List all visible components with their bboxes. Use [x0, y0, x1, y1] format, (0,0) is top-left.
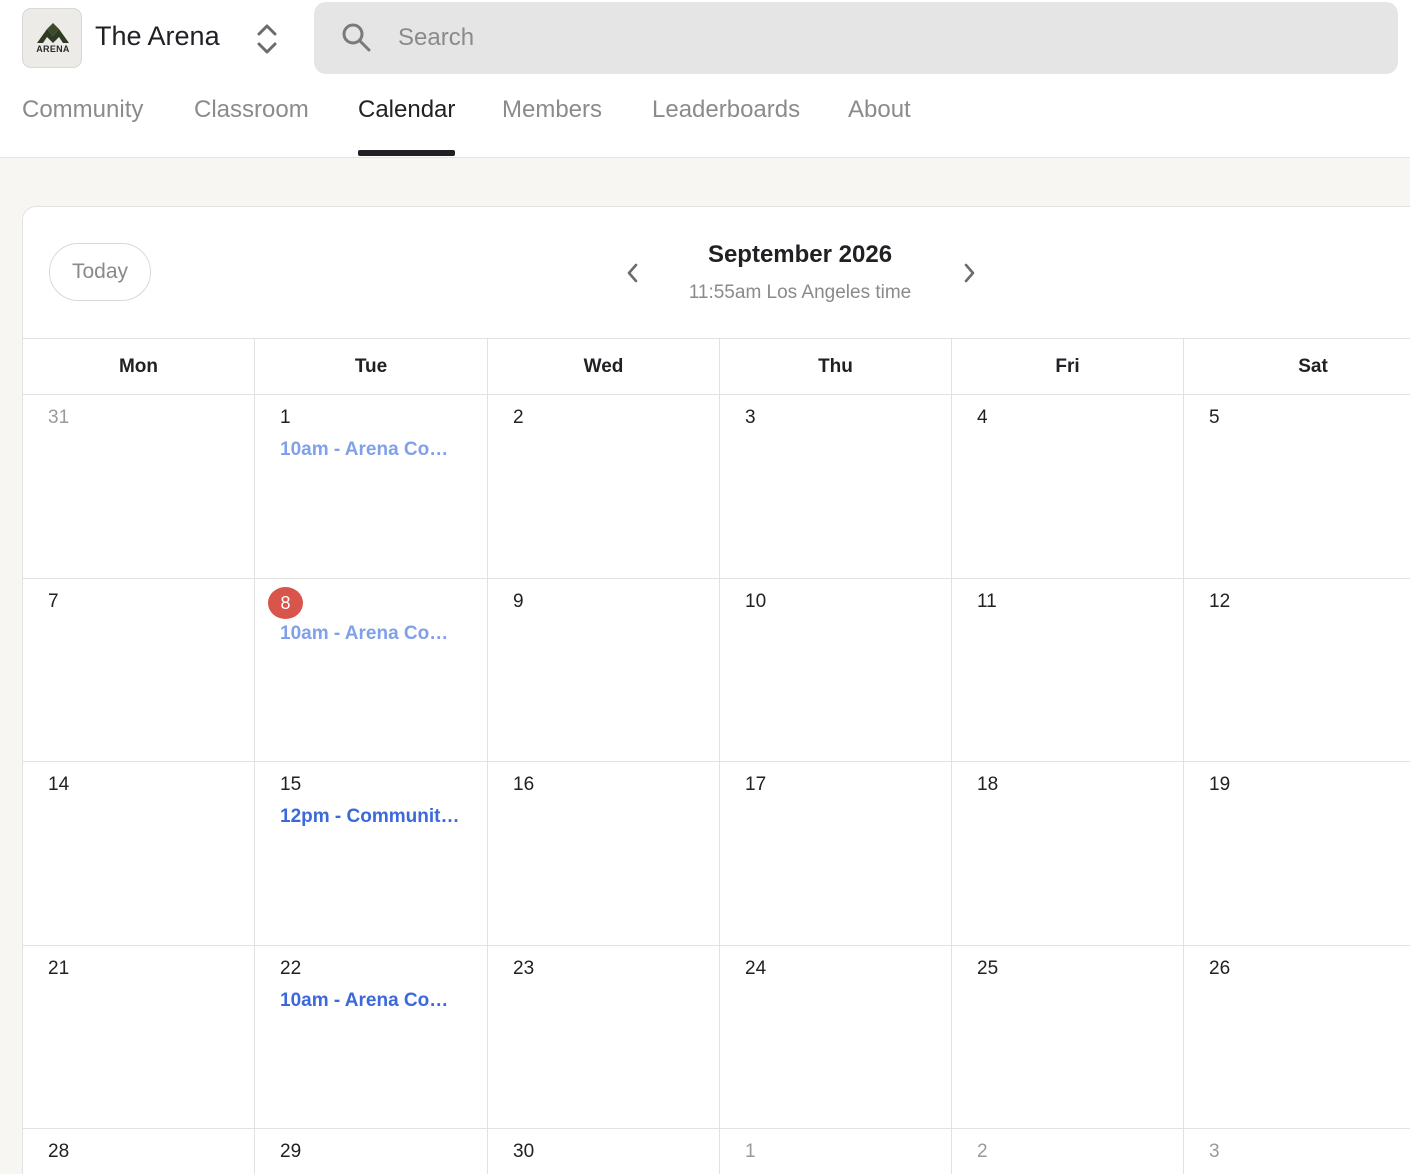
group-logo[interactable]: ARENA [22, 8, 82, 68]
calendar-day-cell[interactable]: 1 [720, 1129, 952, 1174]
tab-leaderboards[interactable]: Leaderboards [652, 96, 800, 156]
calendar-day-cell[interactable]: 3 [720, 395, 952, 579]
calendar-day-cell[interactable]: 17 [720, 762, 952, 946]
calendar-event[interactable]: 10am - Arena Community Call [280, 623, 465, 645]
day-of-week-label: Wed [488, 339, 720, 395]
calendar-event[interactable]: 10am - Arena Community Call [280, 439, 465, 461]
calendar-day-cell[interactable]: 12 [1184, 579, 1410, 762]
day-number: 18 [977, 774, 999, 795]
day-number: 11 [977, 591, 997, 612]
logo-wordmark: ARENA [36, 44, 70, 54]
day-number: 30 [513, 1141, 535, 1162]
calendar-day-cell[interactable]: 15 12pm - Community Event [255, 762, 488, 946]
calendar-week-row: 14 15 12pm - Community Event 16 17 18 19 [23, 762, 1410, 946]
tab-about[interactable]: About [848, 96, 911, 156]
calendar-day-cell[interactable]: 28 [23, 1129, 255, 1174]
day-number: 5 [1209, 407, 1220, 428]
top-header: ARENA The Arena Community Classroom Cale… [0, 0, 1410, 158]
day-number: 1 [280, 407, 291, 428]
tab-calendar[interactable]: Calendar [358, 96, 456, 156]
day-of-week-label: Mon [23, 339, 255, 395]
tab-classroom[interactable]: Classroom [194, 96, 309, 156]
today-button[interactable]: Today [49, 243, 151, 301]
calendar-day-cell[interactable]: 11 [952, 579, 1184, 762]
calendar-card: Today September 2026 11:55am Los Angeles… [22, 206, 1410, 1174]
search-icon [340, 21, 372, 53]
calendar-week-row: 7 8 10am - Arena Community Call 9 10 11 12 [23, 579, 1410, 762]
day-number: 31 [48, 407, 70, 428]
calendar-week-row: 31 1 10am - Arena Community Call 2 3 4 5 [23, 395, 1410, 579]
search-bar[interactable] [314, 2, 1398, 74]
tab-community[interactable]: Community [22, 96, 143, 156]
day-number: 3 [1209, 1141, 1220, 1162]
day-number: 16 [513, 774, 535, 795]
calendar-day-cell[interactable]: 16 [488, 762, 720, 946]
day-number: 23 [513, 958, 535, 979]
day-number: 1 [745, 1141, 756, 1162]
day-number: 19 [1209, 774, 1231, 795]
calendar-day-cell[interactable]: 3 [1184, 1129, 1410, 1174]
calendar-day-cell[interactable]: 1 10am - Arena Community Call [255, 395, 488, 579]
day-number: 26 [1209, 958, 1231, 979]
day-number: 10 [745, 591, 767, 612]
calendar-day-cell[interactable]: 10 [720, 579, 952, 762]
group-switcher-icon[interactable] [254, 22, 280, 56]
calendar-event[interactable]: 10am - Arena Community Call [280, 990, 465, 1012]
month-title: September 2026 [707, 241, 893, 268]
day-number: 21 [48, 958, 70, 979]
day-of-week-label: Fri [952, 339, 1184, 395]
day-number: 9 [513, 591, 524, 612]
search-input[interactable] [398, 2, 1378, 74]
calendar-event[interactable]: 12pm - Community Event [280, 806, 465, 828]
day-number: 4 [977, 407, 988, 428]
day-number: 24 [745, 958, 767, 979]
day-number: 22 [280, 958, 302, 979]
group-name[interactable]: The Arena [95, 21, 220, 52]
calendar-day-cell[interactable]: 7 [23, 579, 255, 762]
calendar-day-cell[interactable]: 22 10am - Arena Community Call [255, 946, 488, 1129]
day-of-week-label: Sat [1184, 339, 1410, 395]
calendar-day-cell[interactable]: 24 [720, 946, 952, 1129]
day-number: 29 [280, 1141, 302, 1162]
calendar-day-cell[interactable]: 18 [952, 762, 1184, 946]
day-number: 3 [745, 407, 756, 428]
calendar-day-cell[interactable]: 14 [23, 762, 255, 946]
local-time: 11:55am Los Angeles time [688, 282, 912, 303]
day-number: 15 [280, 774, 302, 795]
day-number: 17 [745, 774, 767, 795]
arena-logo-icon [37, 23, 69, 43]
calendar-week-row: 21 22 10am - Arena Community Call 23 24 25 26 [23, 946, 1410, 1129]
calendar-day-cell[interactable]: 25 [952, 946, 1184, 1129]
day-number: 12 [1209, 591, 1231, 612]
calendar-day-cell[interactable]: 5 [1184, 395, 1410, 579]
tab-members[interactable]: Members [502, 96, 602, 156]
day-of-week-header: Mon Tue Wed Thu Fri Sat [23, 338, 1410, 395]
calendar-day-cell[interactable]: 29 [255, 1129, 488, 1174]
day-number: 2 [513, 407, 524, 428]
day-number: 25 [977, 958, 999, 979]
calendar-day-cell[interactable]: 30 [488, 1129, 720, 1174]
today-date-badge: 8 [268, 587, 303, 619]
calendar-day-cell[interactable]: 2 [952, 1129, 1184, 1174]
day-of-week-label: Thu [720, 339, 952, 395]
day-number: 2 [977, 1141, 988, 1162]
day-number: 7 [48, 591, 59, 612]
page-background: Today September 2026 11:55am Los Angeles… [0, 158, 1410, 1174]
day-number: 14 [48, 774, 70, 795]
calendar-day-cell[interactable]: 26 [1184, 946, 1410, 1129]
calendar-day-cell[interactable]: 21 [23, 946, 255, 1129]
calendar-day-cell[interactable]: 19 [1184, 762, 1410, 946]
calendar-day-cell[interactable]: 31 [23, 395, 255, 579]
calendar-day-cell[interactable]: 8 10am - Arena Community Call [255, 579, 488, 762]
calendar-day-cell[interactable]: 2 [488, 395, 720, 579]
day-number: 28 [48, 1141, 70, 1162]
calendar-day-cell[interactable]: 9 [488, 579, 720, 762]
next-month-chevron-right-icon[interactable] [957, 259, 981, 287]
calendar-day-cell[interactable]: 23 [488, 946, 720, 1129]
day-of-week-label: Tue [255, 339, 488, 395]
calendar-week-row: 28 29 30 1 2 3 [23, 1129, 1410, 1174]
calendar-day-cell[interactable]: 4 [952, 395, 1184, 579]
